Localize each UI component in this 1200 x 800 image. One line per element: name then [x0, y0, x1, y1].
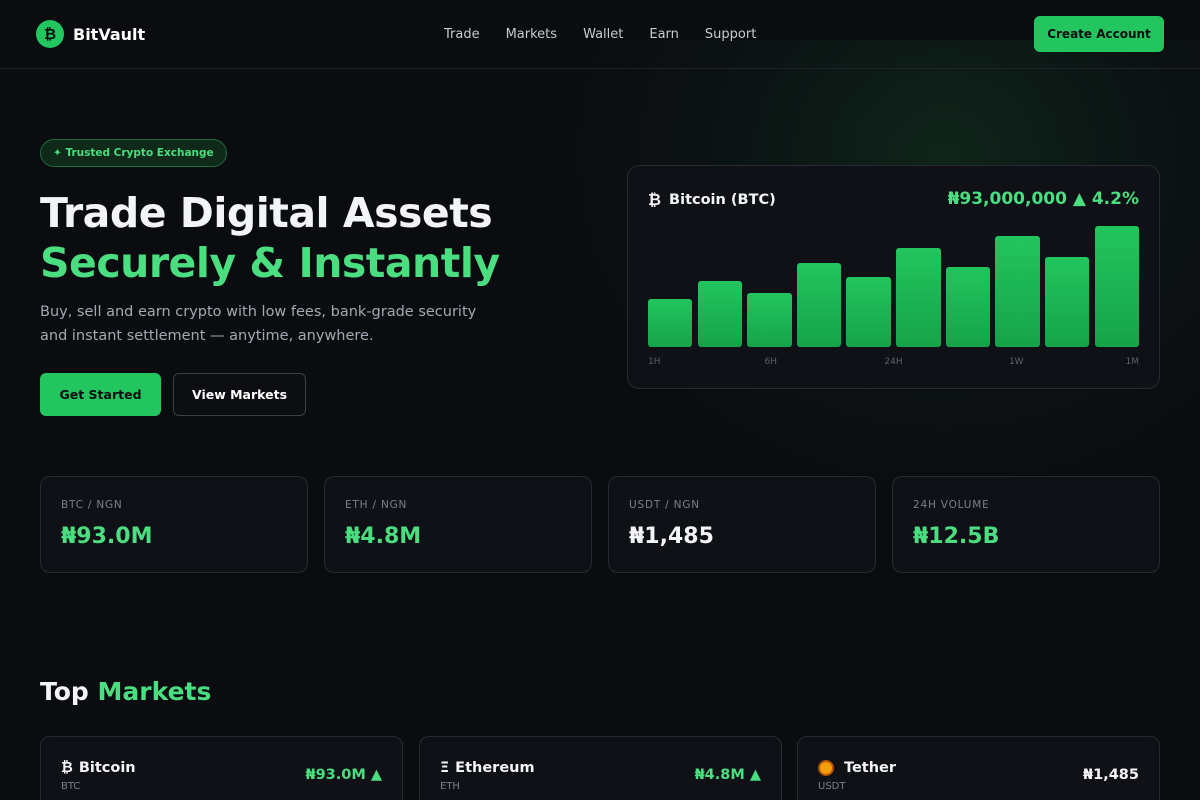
- chart-tick-label: 24H: [884, 357, 903, 367]
- tether-coin-icon: [818, 760, 834, 776]
- chart-bars: [648, 216, 1139, 347]
- top-markets-title: Top Markets: [40, 677, 211, 706]
- market-symbol: USDT: [818, 781, 846, 792]
- market-name: Ξ Ethereum: [440, 760, 535, 776]
- create-account-button[interactable]: Create Account: [1034, 16, 1164, 52]
- chart-price: ₦93,000,000 ▲ 4.2%: [947, 189, 1139, 209]
- market-price: ₦93.0M ▲: [305, 767, 383, 783]
- market-name-label: Ethereum: [455, 760, 535, 776]
- chart-bar: [846, 277, 891, 347]
- chart-bar: [896, 248, 941, 347]
- chart-x-axis: 1H 6H 24H 1W 1M: [648, 357, 1139, 371]
- market-symbol: BTC: [61, 781, 81, 792]
- market-card-tether[interactable]: Tether USDT ₦1,485: [797, 736, 1160, 800]
- market-name-label: Bitcoin: [78, 760, 136, 776]
- stat-card-usdt: USDT / NGN ₦1,485: [608, 476, 876, 573]
- stat-label: BTC / NGN: [61, 499, 123, 511]
- nav-item-markets[interactable]: Markets: [506, 27, 557, 42]
- chart-tick-label: 1M: [1125, 357, 1140, 367]
- top-markets-title-accent: Markets: [97, 677, 212, 706]
- hero-title: Trade Digital Assets Securely & Instantl…: [40, 188, 500, 288]
- stat-card-volume: 24H VOLUME ₦12.5B: [892, 476, 1160, 573]
- main-nav: Trade Markets Wallet Earn Support: [444, 27, 782, 42]
- bitcoin-icon: ₿: [61, 760, 73, 776]
- bitcoin-icon: ₿: [648, 190, 662, 209]
- chart-bar: [1094, 226, 1139, 347]
- stat-value: ₦93.0M: [61, 524, 153, 549]
- site-header: ₿ BitVault Trade Markets Wallet Earn Sup…: [0, 0, 1200, 69]
- nav-item-earn[interactable]: Earn: [649, 27, 679, 42]
- market-price: ₦4.8M ▲: [694, 767, 761, 783]
- stat-value: ₦4.8M: [345, 524, 422, 549]
- chart-tick-label: 1H: [648, 357, 661, 367]
- hero-title-line1: Trade Digital Assets: [40, 189, 493, 237]
- stat-card-eth: ETH / NGN ₦4.8M: [324, 476, 592, 573]
- market-name: ₿ Bitcoin: [61, 760, 136, 776]
- chart-bar: [796, 262, 842, 347]
- nav-item-trade[interactable]: Trade: [444, 27, 480, 42]
- brand-logo[interactable]: ₿ BitVault: [36, 20, 145, 48]
- chart-bar: [648, 298, 693, 347]
- chart-bar: [995, 236, 1040, 347]
- bitcoin-logo-icon: ₿: [36, 20, 64, 48]
- get-started-button[interactable]: Get Started: [40, 373, 161, 416]
- hero-title-line2: Securely & Instantly: [40, 239, 500, 287]
- chart-coin-label: Bitcoin (BTC): [669, 192, 776, 208]
- nav-item-wallet[interactable]: Wallet: [583, 27, 623, 42]
- stat-label: ETH / NGN: [345, 499, 408, 511]
- market-name: Tether: [818, 760, 896, 776]
- chart-bar: [697, 280, 743, 347]
- market-name-label: Tether: [844, 760, 897, 776]
- stat-value: ₦1,485: [629, 524, 714, 549]
- top-markets-title-plain: Top: [40, 677, 89, 706]
- trusted-badge: ✦ Trusted Crypto Exchange: [40, 139, 227, 167]
- stat-card-btc: BTC / NGN ₦93.0M: [40, 476, 308, 573]
- market-card-bitcoin[interactable]: ₿ Bitcoin BTC ₦93.0M ▲: [40, 736, 403, 800]
- stat-label: 24H VOLUME: [913, 499, 990, 511]
- chart-bar: [1044, 256, 1090, 347]
- chart-bar: [747, 292, 792, 347]
- stat-label: USDT / NGN: [629, 499, 700, 511]
- chart-tick-label: 1W: [1008, 357, 1024, 367]
- stat-value: ₦12.5B: [913, 524, 1000, 549]
- view-markets-button[interactable]: View Markets: [173, 373, 306, 416]
- nav-item-support[interactable]: Support: [705, 27, 756, 42]
- market-price: ₦1,485: [1083, 767, 1139, 783]
- chart-coin-name: ₿ Bitcoin (BTC): [648, 190, 776, 210]
- hero-subtitle: Buy, sell and earn crypto with low fees,…: [40, 304, 477, 344]
- btc-chart-card: ₿ Bitcoin (BTC) ₦93,000,000 ▲ 4.2% 1H 6H 2…: [627, 165, 1160, 389]
- ethereum-icon: Ξ: [440, 760, 450, 776]
- chart-bar: [945, 267, 991, 347]
- brand-name: BitVault: [73, 24, 146, 44]
- market-symbol: ETH: [440, 781, 460, 792]
- chart-tick-label: 6H: [764, 357, 778, 367]
- market-card-ethereum[interactable]: Ξ Ethereum ETH ₦4.8M ▲: [419, 736, 782, 800]
